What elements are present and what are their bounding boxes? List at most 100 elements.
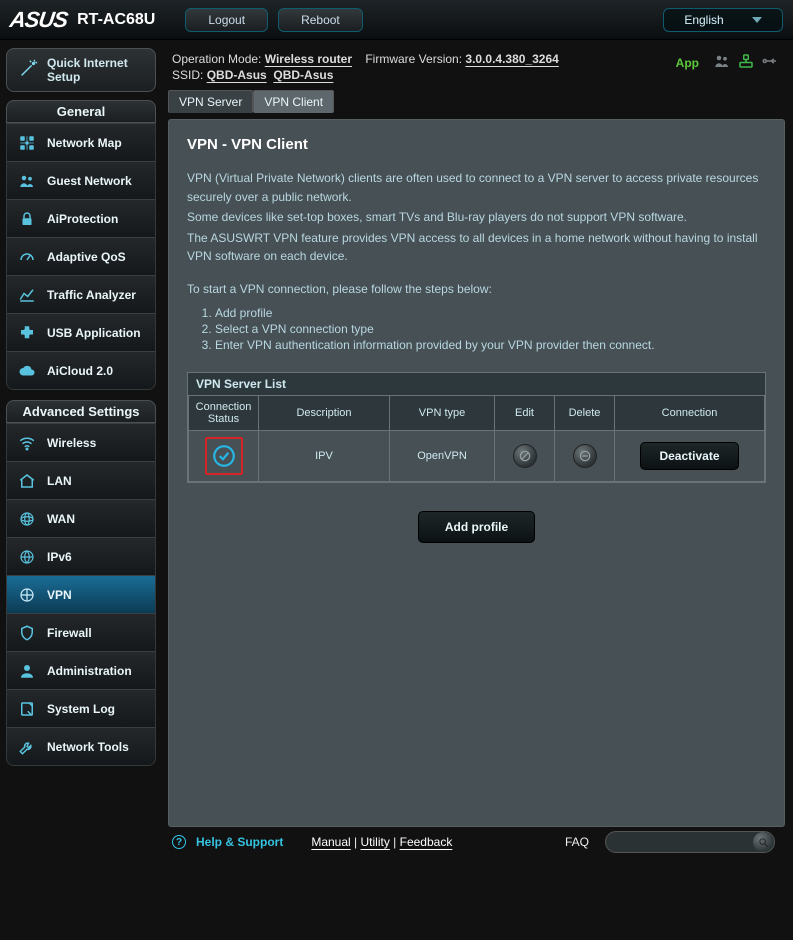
nav-label: Network Map [47, 136, 122, 150]
network-map-icon [17, 134, 37, 152]
globe6-icon [17, 548, 37, 566]
delete-button[interactable] [573, 444, 597, 468]
nav-aicloud[interactable]: AiCloud 2.0 [7, 351, 155, 389]
manual-link[interactable]: Manual [311, 835, 350, 849]
home-icon [17, 472, 37, 490]
fw-label: Firmware Version: [365, 52, 462, 66]
steps-intro: To start a VPN connection, please follow… [187, 282, 766, 296]
nav-label: Network Tools [47, 740, 129, 754]
language-label: English [684, 13, 723, 27]
nav-usb-application[interactable]: USB Application [7, 313, 155, 351]
help-support-link[interactable]: Help & Support [196, 835, 283, 849]
nav-label: LAN [47, 474, 72, 488]
page-title: VPN - VPN Client [187, 136, 766, 153]
add-profile-button[interactable]: Add profile [418, 511, 535, 543]
globe-icon [17, 510, 37, 528]
link-icon[interactable] [737, 52, 755, 73]
nav-network-tools[interactable]: Network Tools [7, 727, 155, 765]
main-column: Operation Mode: Wireless router Firmware… [162, 40, 793, 863]
app-link[interactable]: App [676, 56, 699, 70]
top-icons: App [676, 52, 779, 73]
col-description: Description [259, 395, 390, 430]
nav-system-log[interactable]: System Log [7, 689, 155, 727]
minus-circle-icon [578, 449, 592, 463]
nav-label: USB Application [47, 326, 141, 340]
language-dropdown[interactable]: English [663, 8, 783, 32]
log-icon [17, 700, 37, 718]
row-description: IPV [259, 430, 390, 481]
col-connection-status: Connection Status [189, 395, 259, 430]
vpn-server-table: VPN Server List Connection Status Descri… [187, 372, 766, 483]
nav-label: Firewall [47, 626, 92, 640]
nav-label: WAN [47, 512, 75, 526]
pencil-slash-icon [518, 449, 532, 463]
desc-p1: VPN (Virtual Private Network) clients ar… [187, 169, 766, 206]
nav-traffic-analyzer[interactable]: Traffic Analyzer [7, 275, 155, 313]
table-row: IPV OpenVPN [189, 430, 765, 481]
section-advanced: Advanced Settings [6, 400, 156, 423]
quick-setup-button[interactable]: Quick Internet Setup [6, 48, 156, 92]
ssid-24[interactable]: QBD-Asus [207, 68, 267, 82]
check-circle-icon [211, 443, 237, 469]
nav-label: Wireless [47, 436, 96, 450]
brand-logo: ASUS [8, 7, 69, 33]
nav-vpn[interactable]: VPN [7, 575, 155, 613]
nav-aiprotection[interactable]: AiProtection [7, 199, 155, 237]
nav-label: Traffic Analyzer [47, 288, 136, 302]
wand-icon [17, 58, 39, 83]
tab-vpn-server[interactable]: VPN Server [168, 90, 253, 113]
guests-icon [17, 172, 37, 190]
col-vpn-type: VPN type [390, 395, 495, 430]
nav-label: Adaptive QoS [47, 250, 126, 264]
utility-link[interactable]: Utility [360, 835, 389, 849]
deactivate-button[interactable]: Deactivate [640, 442, 738, 470]
reboot-button[interactable]: Reboot [278, 8, 363, 32]
col-connection: Connection [615, 395, 765, 430]
info-bar: Operation Mode: Wireless router Firmware… [162, 46, 785, 86]
opmode-label: Operation Mode: [172, 52, 261, 66]
nav-guest-network[interactable]: Guest Network [7, 161, 155, 199]
table-title: VPN Server List [188, 373, 765, 395]
fw-value[interactable]: 3.0.0.4.380_3264 [465, 52, 558, 66]
col-delete: Delete [555, 395, 615, 430]
opmode-value[interactable]: Wireless router [265, 52, 352, 66]
nav-label: AiProtection [47, 212, 118, 226]
nav-firewall[interactable]: Firewall [7, 613, 155, 651]
top-bar: ASUS RT-AC68U Logout Reboot English [0, 0, 793, 40]
sidebar: Quick Internet Setup General Network Map… [0, 40, 162, 863]
nav-network-map[interactable]: Network Map [7, 123, 155, 161]
help-icon: ? [172, 835, 186, 849]
quick-setup-label: Quick Internet Setup [47, 56, 145, 84]
footer: ? Help & Support Manual | Utility | Feed… [162, 827, 785, 857]
nav-wan[interactable]: WAN [7, 499, 155, 537]
usb-icon[interactable] [761, 52, 779, 73]
search-input[interactable] [605, 831, 775, 853]
desc-p2: Some devices like set-top boxes, smart T… [187, 208, 766, 227]
ssid-5[interactable]: QBD-Asus [273, 68, 333, 82]
nav-label: VPN [47, 588, 72, 602]
search-button[interactable] [753, 832, 773, 852]
step-2: Select a VPN connection type [215, 322, 766, 336]
nav-label: Administration [47, 664, 132, 678]
logout-button[interactable]: Logout [185, 8, 268, 32]
step-1: Add profile [215, 306, 766, 320]
edit-button[interactable] [513, 444, 537, 468]
step-3: Enter VPN authentication information pro… [215, 338, 766, 352]
clients-icon[interactable] [713, 52, 731, 73]
nav-label: System Log [47, 702, 115, 716]
cloud-icon [17, 362, 37, 380]
nav-wireless[interactable]: Wireless [7, 423, 155, 461]
vpn-icon [17, 586, 37, 604]
nav-ipv6[interactable]: IPv6 [7, 537, 155, 575]
nav-lan[interactable]: LAN [7, 461, 155, 499]
tab-vpn-client[interactable]: VPN Client [253, 90, 334, 113]
nav-label: AiCloud 2.0 [47, 364, 113, 378]
faq-label: FAQ [565, 835, 589, 849]
nav-administration[interactable]: Administration [7, 651, 155, 689]
col-edit: Edit [495, 395, 555, 430]
search-icon [758, 837, 769, 848]
desc-p3: The ASUSWRT VPN feature provides VPN acc… [187, 229, 766, 266]
chart-icon [17, 286, 37, 304]
nav-adaptive-qos[interactable]: Adaptive QoS [7, 237, 155, 275]
feedback-link[interactable]: Feedback [400, 835, 453, 849]
